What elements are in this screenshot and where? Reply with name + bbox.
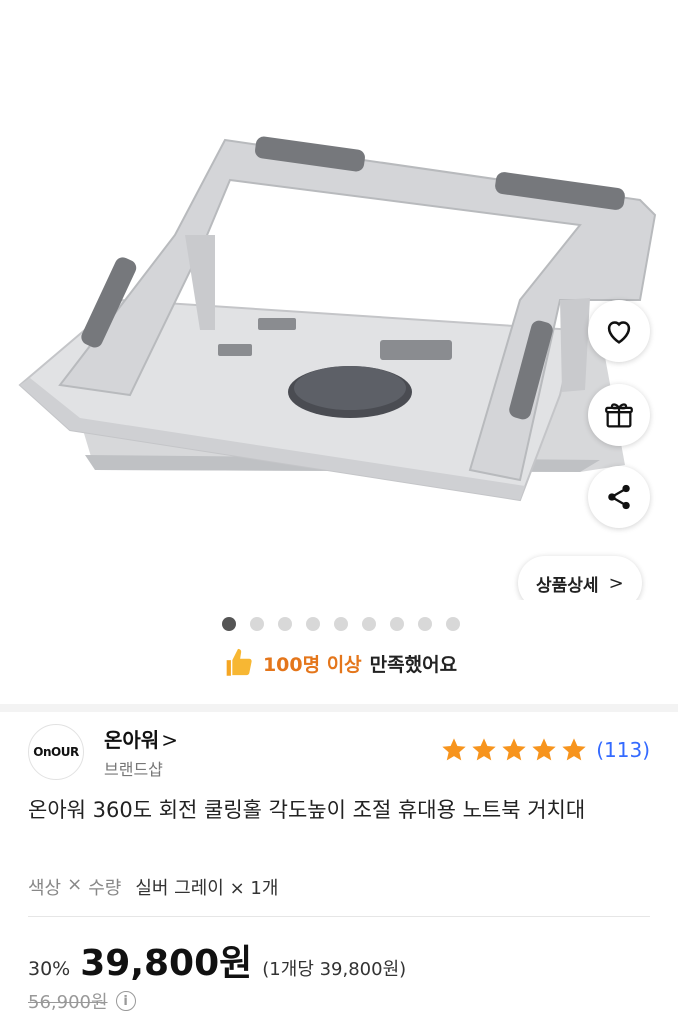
satisfaction-text: 만족했어요	[369, 653, 458, 676]
carousel-dot[interactable]	[418, 617, 432, 631]
brand-name-link[interactable]: 온아워 >	[104, 724, 178, 753]
chevron-right-icon: >	[608, 572, 624, 594]
original-price: 56,900원	[28, 992, 108, 1013]
brand-name: 온아워	[104, 728, 160, 752]
product-detail-button[interactable]: 상품상세 >	[518, 556, 642, 600]
sale-price: 39,800원	[80, 943, 253, 984]
option-summary[interactable]: 색상 × 수량 실버 그레이 × 1개	[28, 874, 278, 900]
star-icon	[502, 738, 526, 761]
star-icon	[562, 738, 586, 761]
laptop-stand-image	[18, 136, 657, 502]
option-qty-label: 수량	[88, 878, 122, 899]
info-icon[interactable]: i	[115, 991, 136, 1011]
option-value: 실버 그레이 × 1개	[135, 878, 279, 899]
star-icon	[442, 738, 466, 761]
original-price-row: 56,900원 i	[28, 988, 136, 1014]
price-row: 30% 39,800원 (1개당 39,800원)	[28, 934, 406, 986]
thumbs-up-icon	[226, 648, 252, 676]
brand-row: OnOUR 온아워 > 브랜드샵 (113)	[28, 722, 650, 782]
carousel-dot[interactable]	[390, 617, 404, 631]
gift-icon	[605, 403, 633, 428]
rating-summary[interactable]: (113)	[440, 736, 650, 764]
star-icon	[472, 738, 496, 761]
carousel-dot[interactable]	[362, 617, 376, 631]
discount-rate: 30%	[28, 958, 71, 980]
carousel-indicator	[222, 617, 460, 631]
satisfaction-banner: 100명 이상 만족했어요	[0, 646, 678, 680]
chevron-right-icon: >	[161, 728, 178, 752]
carousel-dot[interactable]	[446, 617, 460, 631]
carousel-dot[interactable]	[278, 617, 292, 631]
divider	[28, 916, 650, 917]
carousel-dot[interactable]	[250, 617, 264, 631]
star-icon	[532, 738, 556, 761]
option-times-sign: ×	[67, 874, 83, 895]
product-image-area: 상품상세 >	[0, 0, 678, 600]
share-icon	[608, 484, 630, 510]
wishlist-button[interactable]	[588, 300, 650, 362]
section-separator	[0, 704, 678, 712]
share-button[interactable]	[588, 466, 650, 528]
gift-button[interactable]	[588, 384, 650, 446]
carousel-dot[interactable]	[222, 617, 236, 631]
brand-logo[interactable]: OnOUR	[28, 724, 84, 780]
unit-price: (1개당 39,800원)	[262, 959, 407, 980]
satisfaction-highlight: 100명 이상	[262, 653, 362, 676]
product-detail-label: 상품상세	[536, 575, 599, 596]
heart-icon	[607, 321, 631, 344]
product-title: 온아워 360도 회전 쿨링홀 각도높이 조절 휴대용 노트북 거치대	[28, 798, 586, 822]
carousel-dot[interactable]	[334, 617, 348, 631]
brand-shop-label: 브랜드샵	[104, 760, 163, 779]
option-color-label: 색상	[28, 878, 62, 899]
review-count: (113)	[596, 738, 650, 762]
carousel-dot[interactable]	[306, 617, 320, 631]
